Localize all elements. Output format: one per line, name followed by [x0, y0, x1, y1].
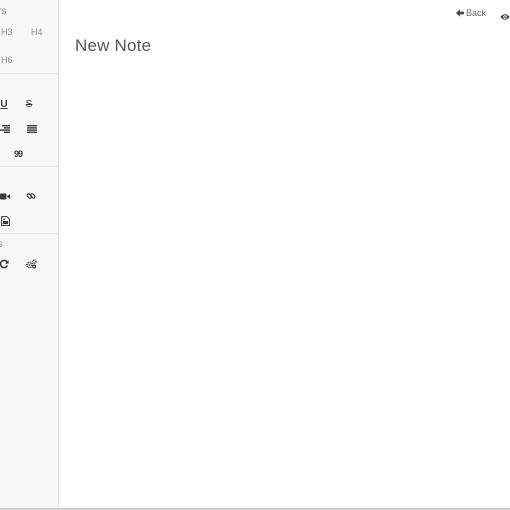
insert-link-button[interactable]	[23, 188, 39, 204]
back-button[interactable]: Back	[456, 8, 486, 18]
video-camera-icon	[0, 193, 10, 199]
header-h6-button[interactable]: H6	[1, 55, 13, 65]
link-icon	[26, 193, 36, 199]
back-label: Back	[466, 8, 487, 18]
header-h4-button[interactable]: H4	[31, 27, 43, 37]
align-right-button[interactable]	[0, 121, 13, 137]
insert-video-button[interactable]	[0, 188, 13, 204]
quote-icon: 99	[13, 149, 23, 159]
align-right-icon	[0, 125, 10, 133]
strikethrough-button[interactable]: S	[21, 96, 37, 112]
arrow-left-icon	[456, 9, 464, 17]
strikethrough-icon: S	[25, 98, 33, 110]
refresh-icon	[0, 259, 9, 269]
section-title-headers: ers	[0, 6, 7, 17]
editor-sidebar: ers H3 H4 H6 e U S 99 t	[0, 0, 59, 508]
sidebar-divider	[0, 233, 58, 234]
section-title-actions: ns	[0, 239, 3, 250]
note-title[interactable]: New Note	[75, 36, 151, 56]
settings-button[interactable]	[23, 256, 39, 272]
cogs-icon	[25, 259, 37, 269]
eye-icon	[500, 14, 510, 20]
underline-icon: U	[0, 98, 8, 110]
sidebar-divider	[0, 73, 58, 74]
insert-image-button[interactable]	[0, 213, 13, 229]
header-h3-button[interactable]: H3	[1, 27, 13, 37]
sidebar-divider	[0, 166, 58, 167]
note-editor: Back New Note	[60, 0, 510, 508]
image-icon	[0, 216, 10, 226]
underline-button[interactable]: U	[0, 96, 12, 112]
preview-button[interactable]	[500, 8, 510, 26]
quote-button[interactable]: 99	[10, 146, 26, 162]
refresh-button[interactable]	[0, 256, 12, 272]
align-justify-icon	[27, 125, 37, 133]
align-justify-button[interactable]	[24, 121, 40, 137]
